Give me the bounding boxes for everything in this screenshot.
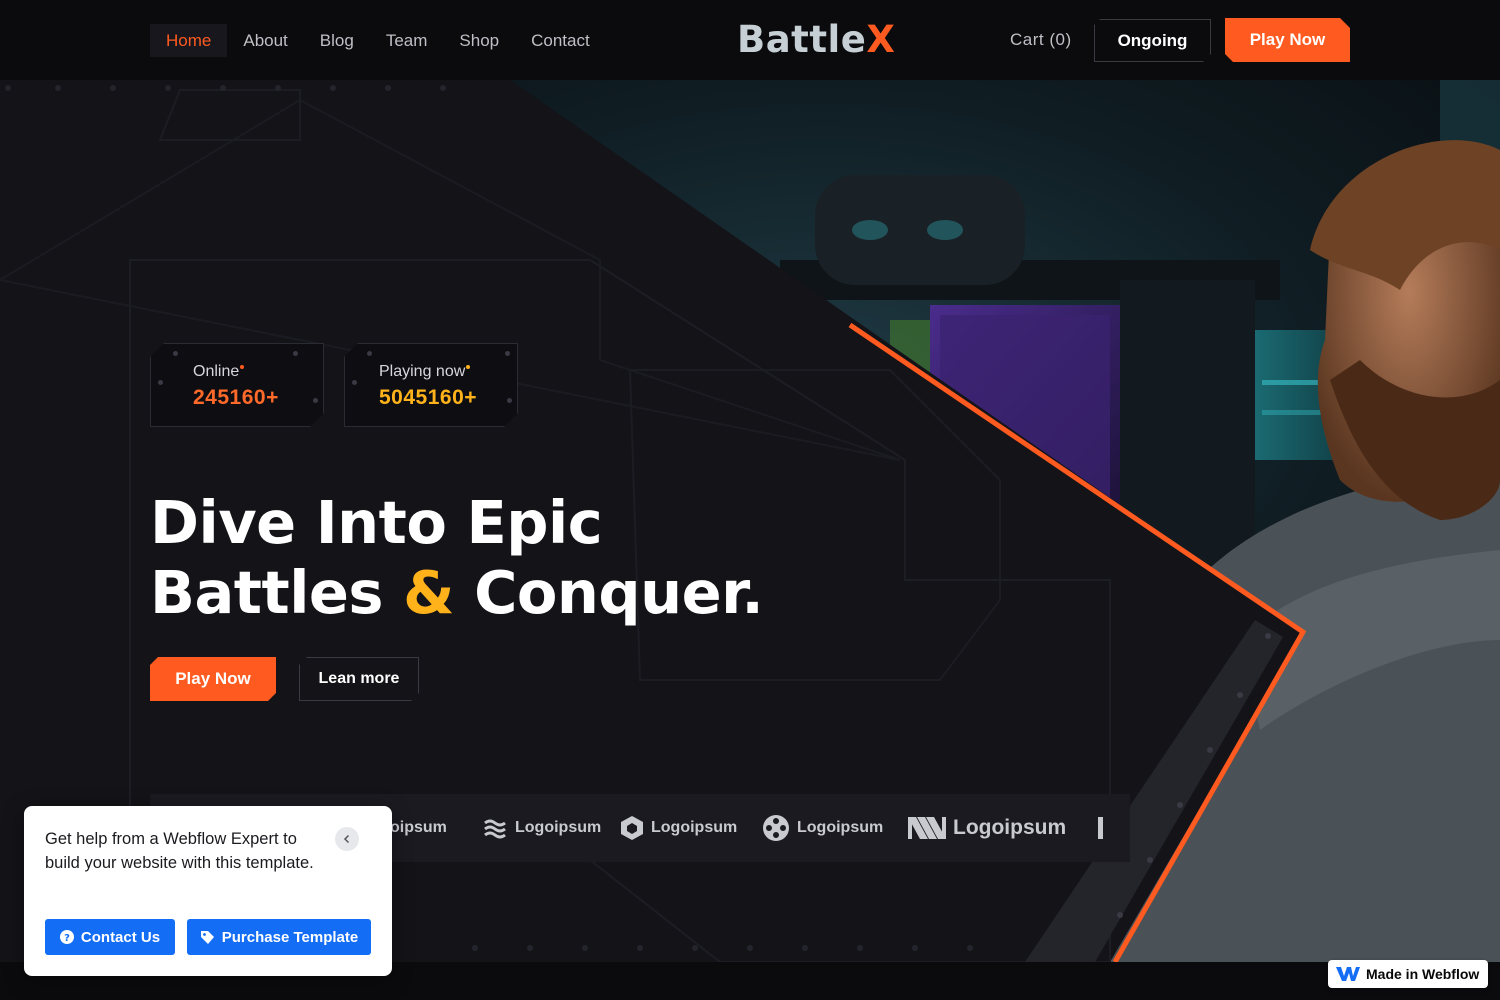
rivet-icon — [352, 380, 357, 385]
popup-message: Get help from a Webflow Expert to build … — [45, 830, 314, 872]
partner-logo: Logoipsum — [762, 814, 883, 842]
webflow-logo-icon — [1336, 967, 1360, 981]
rivet-icon — [367, 351, 372, 356]
bar-logo-icon — [1098, 817, 1103, 839]
playing-label: Playing now — [379, 363, 470, 381]
headline-ampersand: & — [403, 558, 455, 627]
logo-accent: X — [866, 18, 896, 61]
logo-text: Battle — [737, 18, 867, 61]
rivet-icon — [507, 398, 512, 403]
partner-logo: Logoipsum — [908, 814, 1066, 842]
rivet-icon — [293, 351, 298, 356]
partner-logo: Logoipsum — [482, 814, 601, 842]
top-navigation: Home About Blog Team Shop Contact Battle… — [0, 0, 1500, 80]
tag-icon — [200, 930, 214, 944]
chevron-left-icon — [343, 834, 350, 844]
svg-text:?: ? — [64, 933, 70, 944]
nav-link-about[interactable]: About — [227, 24, 303, 57]
online-label: Online — [193, 363, 244, 381]
rivet-icon — [313, 398, 318, 403]
rivet-icon — [505, 351, 510, 356]
nav-link-blog[interactable]: Blog — [304, 24, 370, 57]
partner-logo-text: oipsum — [390, 819, 447, 836]
partner-logo-partial — [1098, 814, 1108, 842]
partner-logo-text: Logoipsum — [515, 819, 602, 836]
nav-link-team[interactable]: Team — [370, 24, 444, 57]
purchase-template-label: Purchase Template — [221, 928, 359, 946]
gamepad-logo-icon — [763, 815, 789, 841]
nav-links: Home About Blog Team Shop Contact — [150, 24, 606, 57]
partner-logo-partial: oipsum — [390, 814, 447, 842]
playing-stat-card: Playing now 5045160+ — [344, 343, 518, 427]
waves-logo-icon — [484, 819, 506, 839]
rivet-icon — [158, 380, 163, 385]
ongoing-button[interactable]: Ongoing — [1094, 19, 1211, 62]
partner-logo-text: Logoipsum — [651, 819, 738, 836]
status-dot-icon — [466, 365, 470, 369]
contact-us-label: Contact Us — [80, 928, 161, 946]
webflow-expert-popup: Get help from a Webflow Expert to build … — [24, 806, 392, 976]
partner-logo: Logoipsum — [620, 814, 737, 842]
purchase-template-button[interactable]: Purchase Template — [187, 919, 371, 955]
online-stat-card: Online 245160+ — [150, 343, 324, 427]
question-circle-icon: ? — [59, 930, 74, 944]
playing-label-text: Playing now — [379, 363, 466, 380]
play-now-hero-button[interactable]: Play Now — [150, 657, 276, 701]
learn-more-button[interactable]: Lean more — [299, 657, 419, 701]
status-dot-icon — [240, 365, 244, 369]
brand-logo[interactable]: BattleX — [737, 18, 895, 61]
badge-label: Made in Webflow — [1366, 966, 1480, 982]
contact-us-button[interactable]: ? Contact Us — [45, 919, 175, 955]
online-label-text: Online — [193, 363, 240, 380]
headline-line-2a: Battles — [150, 558, 404, 627]
headline-line-1: Dive Into Epic — [150, 488, 603, 557]
headline-line-2b: Conquer. — [454, 558, 764, 627]
hero-headline: Dive Into Epic Battles & Conquer. — [150, 488, 764, 628]
nav-link-shop[interactable]: Shop — [443, 24, 515, 57]
partner-logo-text: Logoipsum — [797, 819, 884, 836]
play-now-nav-button[interactable]: Play Now — [1225, 18, 1350, 62]
online-count: 245160+ — [193, 386, 279, 409]
playing-count: 5045160+ — [379, 386, 478, 409]
rivet-icon — [173, 351, 178, 356]
nav-link-home[interactable]: Home — [150, 24, 228, 57]
stripes-logo-icon — [908, 817, 946, 839]
cart-link[interactable]: Cart (0) — [1010, 30, 1072, 50]
hexagon-logo-icon — [621, 816, 643, 840]
partner-logo-text: Logoipsum — [953, 816, 1067, 839]
popup-collapse-button[interactable] — [335, 827, 359, 851]
nav-link-contact[interactable]: Contact — [515, 24, 606, 57]
made-in-webflow-badge[interactable]: Made in Webflow — [1328, 960, 1488, 988]
